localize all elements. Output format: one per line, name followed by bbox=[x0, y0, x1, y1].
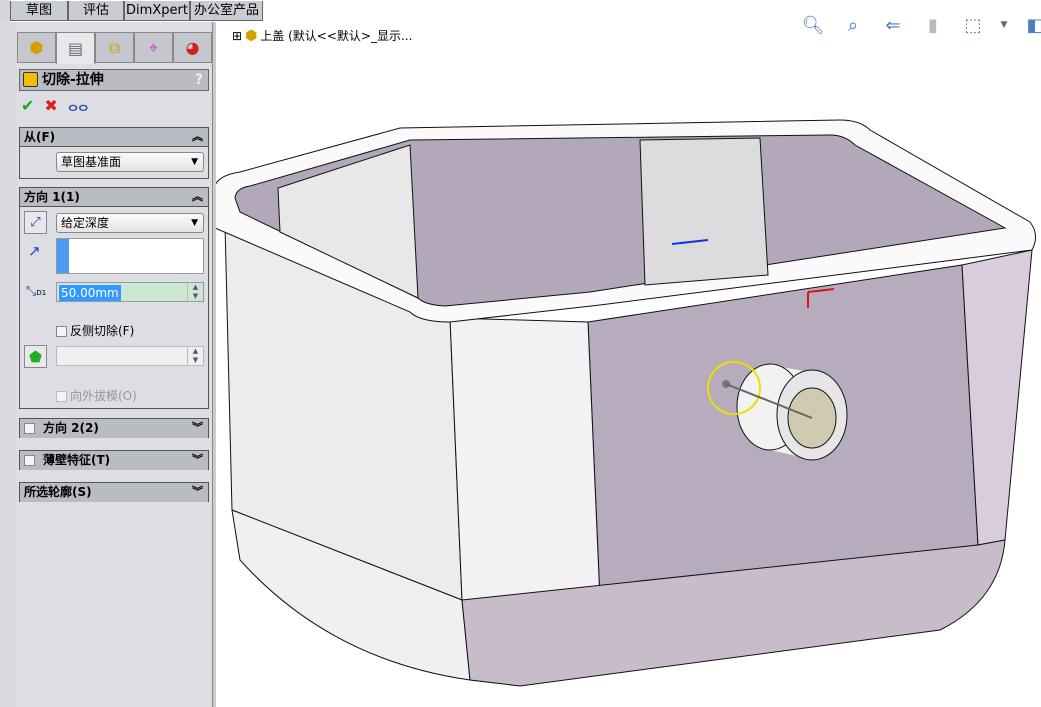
direction2-header[interactable]: 方向 2(2) ︾ bbox=[20, 419, 208, 438]
end-condition-dropdown[interactable]: 给定深度 ▼ bbox=[56, 213, 204, 233]
ok-button[interactable]: ✔ bbox=[21, 96, 34, 116]
dropdown-arrow-icon: ▼ bbox=[191, 218, 198, 228]
panel-tabs: ⬢ ▤ ⧉ ⌖ ◕ bbox=[17, 32, 213, 64]
draft-icon: ⬟ bbox=[28, 347, 43, 366]
from-dropdown[interactable]: 草图基准面 ▼ bbox=[56, 152, 204, 172]
part-name: 上盖 (默认<<默认>_显示... bbox=[260, 29, 413, 43]
checkbox bbox=[56, 326, 67, 337]
from-header[interactable]: 从(F) ︽ bbox=[20, 128, 208, 147]
property-manager-tab[interactable]: ▤ bbox=[56, 32, 95, 64]
tab-evaluate[interactable]: 评估 bbox=[68, 1, 124, 21]
expand-icon[interactable]: ⊞ bbox=[232, 29, 242, 43]
flip-side-checkbox[interactable]: 反侧切除(F) bbox=[56, 322, 134, 339]
feature-tree-root[interactable]: ⊞ ⬢ 上盖 (默认<<默认>_显示... bbox=[232, 27, 412, 44]
from-value: 草图基准面 bbox=[61, 155, 122, 169]
dimxpert-manager-icon: ⌖ bbox=[148, 37, 158, 57]
depth-spinner[interactable]: ▲ ▼ bbox=[187, 283, 203, 301]
tab-strip bbox=[0, 0, 10, 22]
preview-button[interactable]: ⴰⴰ bbox=[68, 96, 89, 116]
action-row: ✔ ✖ ⴰⴰ bbox=[21, 96, 89, 116]
tab-office-products[interactable]: 办公室产品 bbox=[190, 1, 263, 21]
section-view-icon[interactable]: ▮ bbox=[920, 12, 946, 38]
configuration-manager-tab[interactable]: ⧉ bbox=[95, 32, 134, 63]
flip-side-label: 反侧切除(F) bbox=[70, 324, 135, 338]
model-box bbox=[216, 119, 1036, 687]
left-edge bbox=[0, 22, 17, 707]
direction2-label: 方向 2(2) bbox=[43, 421, 99, 435]
feature-manager-icon: ⬢ bbox=[29, 38, 44, 57]
part-icon: ⬢ bbox=[245, 27, 258, 44]
depth-input[interactable]: 50.00mm ▲ ▼ bbox=[56, 282, 204, 302]
depth-icon-label: D1 bbox=[36, 289, 47, 297]
display-style-icon[interactable]: ◧ bbox=[1022, 12, 1041, 38]
direction1-header[interactable]: 方向 1(1) ︽ bbox=[20, 188, 208, 207]
feature-manager-tab[interactable]: ⬢ bbox=[17, 32, 56, 63]
feature-title: 切除-拉伸 bbox=[42, 72, 104, 88]
depth-icon: ⤡D1 bbox=[26, 284, 47, 299]
collapse-icon: ︽ bbox=[192, 130, 203, 143]
tab-dimxpert[interactable]: DimXpert bbox=[124, 1, 190, 21]
from-label: 从(F) bbox=[24, 130, 56, 144]
thin-feature-header[interactable]: 薄壁特征(T) ︾ bbox=[20, 451, 208, 470]
help-button[interactable]: ? bbox=[195, 70, 203, 90]
dropdown-arrow-icon[interactable]: ▼ bbox=[1000, 12, 1008, 38]
inner-fillet bbox=[639, 137, 769, 286]
expand-icon: ︾ bbox=[192, 485, 203, 498]
dropdown-arrow-icon: ▼ bbox=[191, 157, 198, 167]
thin-feature-label: 薄壁特征(T) bbox=[43, 453, 111, 467]
reverse-direction-icon: ⤢ bbox=[30, 215, 41, 230]
cancel-button[interactable]: ✖ bbox=[44, 96, 57, 116]
view-toolbar: 🔍︎ ⌕ ⇐ ▮ ⬚ ▼ ◧ bbox=[800, 12, 1041, 38]
feature-title-bar: 切除-拉伸 ? bbox=[19, 69, 209, 91]
draft-outward-checkbox[interactable]: 向外拔模(O) bbox=[56, 387, 137, 404]
cut-extrude-icon bbox=[23, 72, 38, 87]
tab-sketch[interactable]: 草图 bbox=[10, 1, 68, 21]
expand-icon: ︾ bbox=[192, 421, 203, 434]
display-manager-tab[interactable]: ◕ bbox=[173, 32, 212, 63]
draft-button[interactable]: ⬟ bbox=[24, 345, 47, 368]
draft-spinner[interactable]: ▲ ▼ bbox=[187, 347, 203, 365]
corner-fillet bbox=[449, 317, 601, 601]
configuration-manager-icon: ⧉ bbox=[108, 37, 121, 57]
display-manager-icon: ◕ bbox=[185, 38, 200, 57]
property-manager-icon: ▤ bbox=[67, 39, 84, 58]
draft-outward-label: 向外拔模(O) bbox=[70, 389, 137, 403]
direction2-section: 方向 2(2) ︾ bbox=[19, 418, 209, 438]
view-orientation-icon[interactable]: ⬚ bbox=[960, 12, 986, 38]
zoom-to-area-icon[interactable]: ⌕ bbox=[840, 12, 866, 38]
selected-contours-section: 所选轮廓(S) ︾ bbox=[19, 482, 209, 502]
direction-vector-list[interactable] bbox=[56, 238, 204, 274]
direction1-section: 方向 1(1) ︽ ⤢ 给定深度 ▼ ↗ ⤡D1 50.00mm ▲ ▼ 反侧切除(F)… bbox=[19, 187, 209, 409]
checkbox bbox=[56, 391, 67, 402]
property-manager: ⬢ ▤ ⧉ ⌖ ◕ 切除-拉伸 ? ✔ ✖ ⴰⴰ 从(F) ︽ 草图基准面 ▼ 方向… bbox=[17, 22, 213, 707]
selected-contours-label: 所选轮廓(S) bbox=[24, 485, 92, 499]
graphics-viewport[interactable] bbox=[216, 22, 1041, 707]
collapse-icon: ︽ bbox=[192, 190, 203, 203]
selection-highlight bbox=[57, 239, 69, 273]
draft-angle-input[interactable]: ▲ ▼ bbox=[56, 346, 204, 366]
expand-icon: ︾ bbox=[192, 453, 203, 466]
dimxpert-manager-tab[interactable]: ⌖ bbox=[134, 32, 173, 63]
previous-view-icon[interactable]: ⇐ bbox=[880, 12, 906, 38]
thin-feature-section: 薄壁特征(T) ︾ bbox=[19, 450, 209, 470]
selected-contours-header[interactable]: 所选轮廓(S) ︾ bbox=[20, 483, 208, 502]
direction2-checkbox[interactable] bbox=[24, 423, 35, 434]
reverse-direction-button[interactable]: ⤢ bbox=[24, 211, 47, 234]
zoom-to-fit-icon[interactable]: 🔍︎ bbox=[800, 12, 826, 38]
thin-feature-checkbox[interactable] bbox=[24, 455, 35, 466]
from-section: 从(F) ︽ 草图基准面 ▼ bbox=[19, 127, 209, 179]
direction-vector-icon: ↗ bbox=[28, 242, 41, 260]
direction1-label: 方向 1(1) bbox=[24, 190, 80, 204]
end-condition-value: 给定深度 bbox=[61, 216, 110, 230]
depth-value: 50.00mm bbox=[59, 285, 121, 301]
